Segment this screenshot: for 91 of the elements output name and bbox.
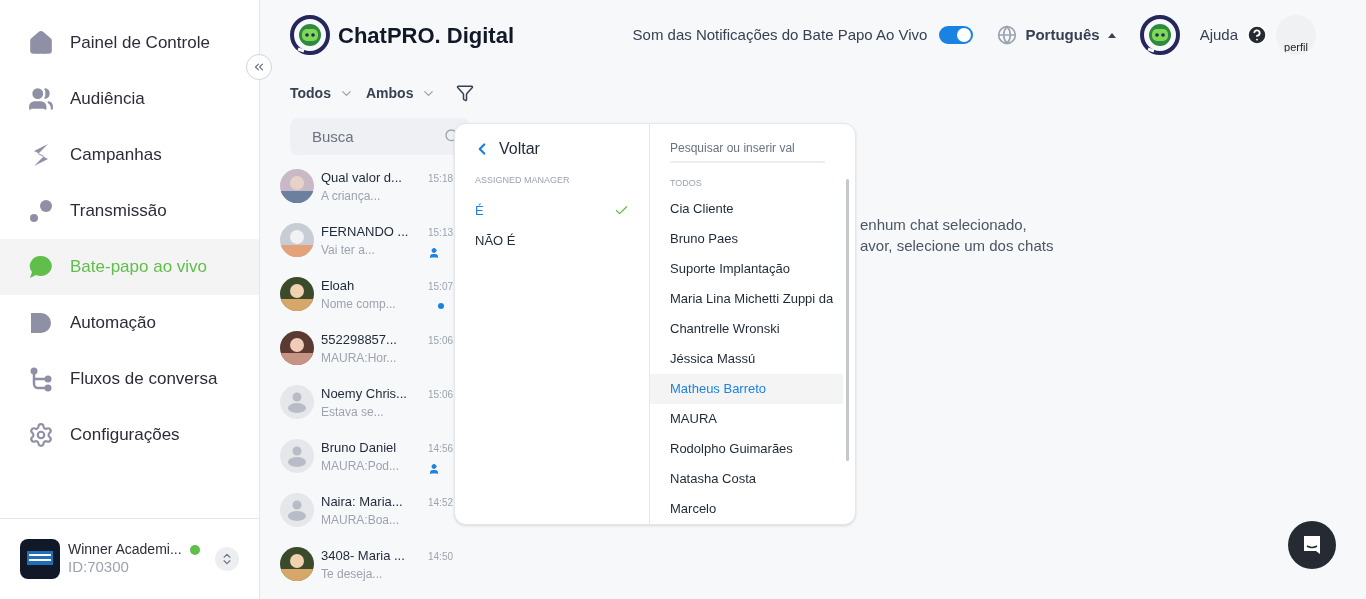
chat-bubble-icon (28, 254, 54, 280)
empty-state-text: enhum chat selecionado, (860, 215, 1028, 235)
chat-item[interactable]: Naira: Maria... MAURA:Boa... 14:52 (280, 491, 460, 545)
sidebar-item[interactable]: Automação (0, 295, 259, 351)
chat-name: Naira: Maria... (321, 493, 404, 511)
value-option[interactable]: MAURA (650, 404, 843, 434)
value-option[interactable]: Rodolpho Guimarães (650, 434, 843, 464)
brand-title: ChatPRO. Digital (338, 21, 514, 50)
users-icon (28, 86, 54, 112)
play-icon (28, 310, 54, 336)
filter-icon[interactable] (456, 84, 475, 102)
chat-item[interactable]: FERNANDO ... Vai ter a... 15:13 (280, 221, 460, 275)
globe-icon (997, 25, 1018, 45)
robot-logo (1139, 15, 1180, 55)
sidebar-item[interactable]: Audiência (0, 71, 259, 127)
collapse-button[interactable] (246, 54, 272, 80)
avatar-placeholder-icon (280, 439, 314, 473)
chat-preview: Estava se... (321, 403, 385, 421)
operator-option[interactable]: NÃO É (475, 225, 629, 256)
robot-logo (290, 15, 330, 55)
sidebar-item[interactable]: Fluxos de conversa (0, 351, 259, 407)
avatar-placeholder-icon (280, 493, 314, 527)
flow-icon (28, 366, 54, 392)
back-button[interactable]: Voltar (473, 136, 649, 162)
chat-name: Bruno Daniel (321, 439, 398, 457)
value-option[interactable]: Cia Cliente (650, 194, 843, 224)
chat-time: 15:13 (428, 226, 454, 240)
chat-name: 3408- Maria ... (321, 547, 406, 565)
filter-dropdown[interactable]: Todos (290, 82, 354, 104)
chat-item[interactable]: Qual valor d... A criança... 15:18 (280, 167, 460, 221)
chat-item[interactable]: Bruno Daniel MAURA:Pod... 14:56 (280, 437, 460, 491)
chat-name: FERNANDO ... (321, 223, 410, 241)
chat-name: Qual valor d... (321, 169, 403, 187)
sound-toggle[interactable] (939, 26, 974, 44)
section-label: ASSIGNED MANAGER (475, 174, 571, 187)
account-logo (20, 539, 60, 579)
group-label: TODOS (670, 176, 703, 190)
chat-time: 15:06 (428, 388, 454, 402)
home-icon (28, 30, 54, 56)
chat-item[interactable]: Noemy Chris... Estava se... 15:06 (280, 383, 460, 437)
filter-dropdown[interactable]: Ambos (365, 82, 437, 104)
help-button[interactable]: Ajuda (1199, 23, 1268, 47)
value-option[interactable]: Marcelo (650, 494, 843, 524)
value-option[interactable]: Bruno Paes (650, 224, 843, 254)
profile-avatar[interactable]: perfil (1276, 15, 1316, 55)
chat-preview: MAURA:Boa... (321, 511, 401, 529)
chat-item[interactable]: 552298857... MAURA:Hor... 15:06 (280, 329, 460, 383)
account-switch-button[interactable] (215, 547, 239, 571)
value-option[interactable]: Maria Lina Michetti Zuppi da (650, 284, 843, 314)
sound-label: Som das Notificações do Bate Papo Ao Vivo (632, 24, 928, 45)
chat-launcher-button[interactable] (1288, 521, 1336, 569)
chat-name: 552298857... (321, 331, 398, 349)
operator-option[interactable]: É (475, 195, 629, 226)
value-option[interactable]: Chantrelle Wronski (650, 314, 843, 344)
help-icon (1246, 24, 1268, 46)
chat-preview: A criança... (321, 187, 382, 205)
value-option[interactable]: Jéssica Massú (650, 344, 843, 374)
chat-preview: Nome comp... (321, 295, 397, 313)
settings-icon (28, 422, 54, 448)
chat-preview: Te deseja... (321, 565, 384, 583)
sidebar-item[interactable]: Configurações (0, 407, 259, 463)
value-option[interactable]: Natasha Costa (650, 464, 843, 494)
search-field[interactable]: Busca (290, 118, 470, 155)
chat-time: 15:07 (428, 280, 454, 294)
chat-time: 15:18 (428, 172, 454, 186)
chat-time: 15:06 (428, 334, 454, 348)
double-chevron-icon (252, 60, 266, 74)
chat-time: 14:56 (428, 442, 454, 456)
sidebar-item[interactable]: Transmissão (0, 183, 259, 239)
value-option[interactable]: Suporte Implantação (650, 254, 843, 284)
sidebar-item[interactable]: Campanhas (0, 127, 259, 183)
chat-name: Noemy Chris... (321, 385, 408, 403)
avatar-placeholder-icon (280, 385, 314, 419)
chat-name: Eloah (321, 277, 356, 295)
chat-preview: MAURA:Hor... (321, 349, 398, 367)
caret-icon (1107, 32, 1116, 38)
chat-preview: Vai ter a... (321, 241, 376, 259)
sidebar-item[interactable]: Painel de Controle (0, 15, 259, 71)
language-button[interactable]: Português (997, 23, 1116, 47)
account-name: Winner Academi... (68, 540, 182, 559)
chat-item[interactable]: 3408- Maria ... Te deseja... 14:50 (280, 545, 460, 599)
chat-time: 14:52 (428, 496, 454, 510)
chat-item[interactable]: Eloah Nome comp... 15:07 (280, 275, 460, 329)
account-id: ID:70300 (68, 558, 130, 578)
value-search-field[interactable]: Pesquisar ou inserir val (670, 136, 825, 163)
dots-icon (28, 198, 54, 224)
empty-state-text: avor, selecione um dos chats (860, 236, 1055, 256)
chat-bubble-icon (1301, 534, 1323, 556)
value-option[interactable]: Matheus Barreto (650, 374, 843, 404)
chat-preview: MAURA:Pod... (321, 457, 401, 475)
chat-time: 14:50 (428, 550, 454, 564)
